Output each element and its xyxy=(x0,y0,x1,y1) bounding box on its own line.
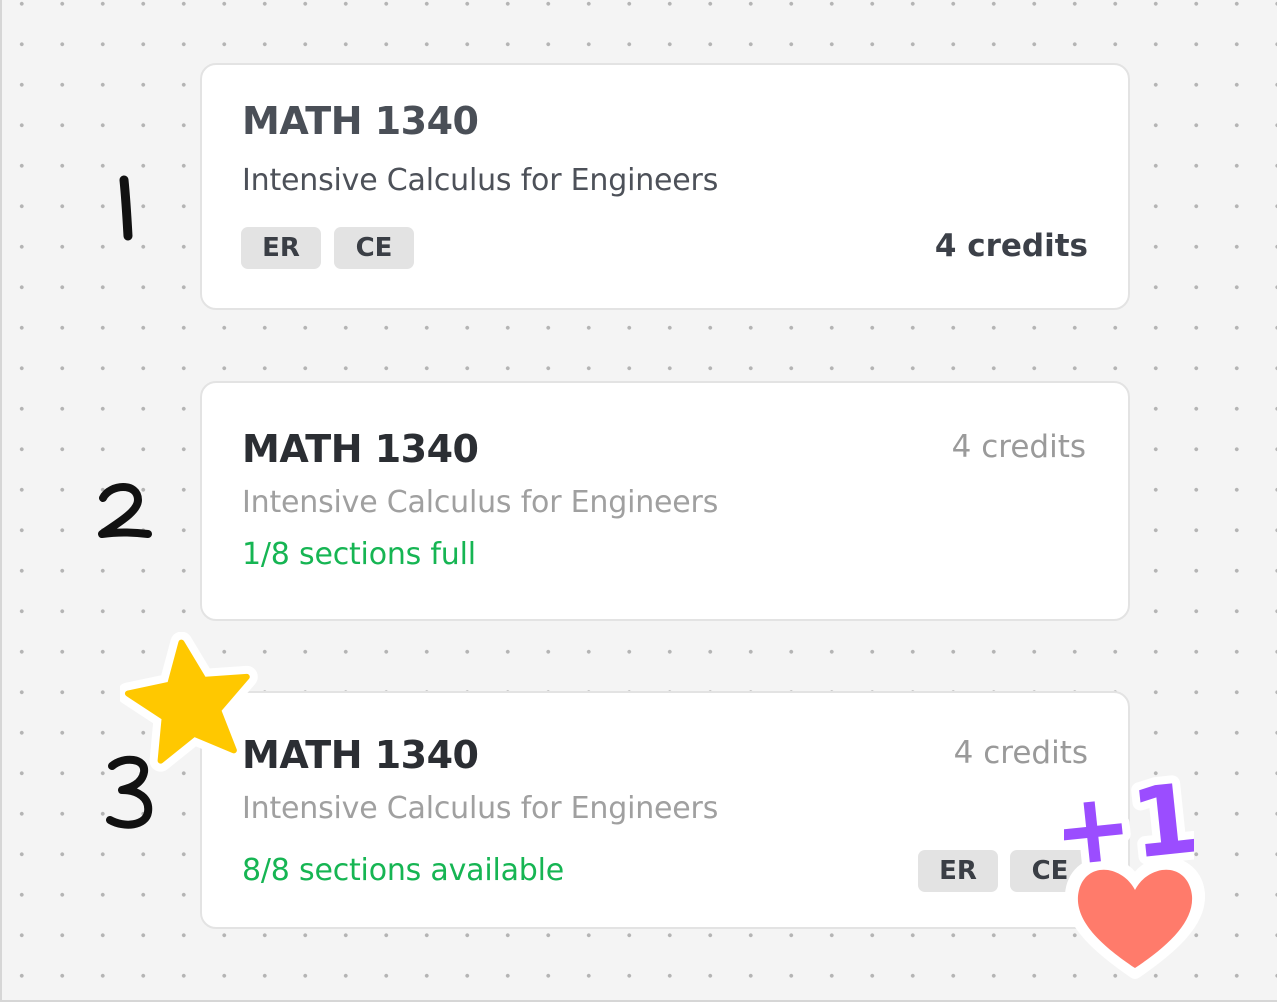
plus-one-text: +1 xyxy=(1064,762,1194,880)
star-sticker-icon xyxy=(116,631,260,776)
sections-status: 8/8 sections available xyxy=(242,853,565,888)
course-credits: 4 credits xyxy=(934,228,1088,264)
course-credits: 4 credits xyxy=(951,429,1086,465)
course-code: MATH 1340 xyxy=(242,427,479,471)
tag-ce: CE xyxy=(334,227,414,269)
tag-er: ER xyxy=(241,227,321,269)
tag-er: ER xyxy=(918,850,998,892)
annotation-number-1 xyxy=(108,172,148,244)
course-title: Intensive Calculus for Engineers xyxy=(242,163,719,198)
course-title: Intensive Calculus for Engineers xyxy=(242,791,719,826)
course-card-3[interactable]: MATH 1340 4 credits Intensive Calculus f… xyxy=(200,691,1130,929)
course-card-2[interactable]: MATH 1340 4 credits Intensive Calculus f… xyxy=(200,381,1130,621)
course-code: MATH 1340 xyxy=(242,733,479,777)
course-title: Intensive Calculus for Engineers xyxy=(242,485,719,520)
plus-one-sticker: +1 +1 xyxy=(1038,750,1212,897)
course-code: MATH 1340 xyxy=(242,99,479,143)
sections-status: 1/8 sections full xyxy=(242,537,476,572)
annotation-number-2 xyxy=(94,480,154,544)
course-card-1[interactable]: MATH 1340 Intensive Calculus for Enginee… xyxy=(200,63,1130,310)
